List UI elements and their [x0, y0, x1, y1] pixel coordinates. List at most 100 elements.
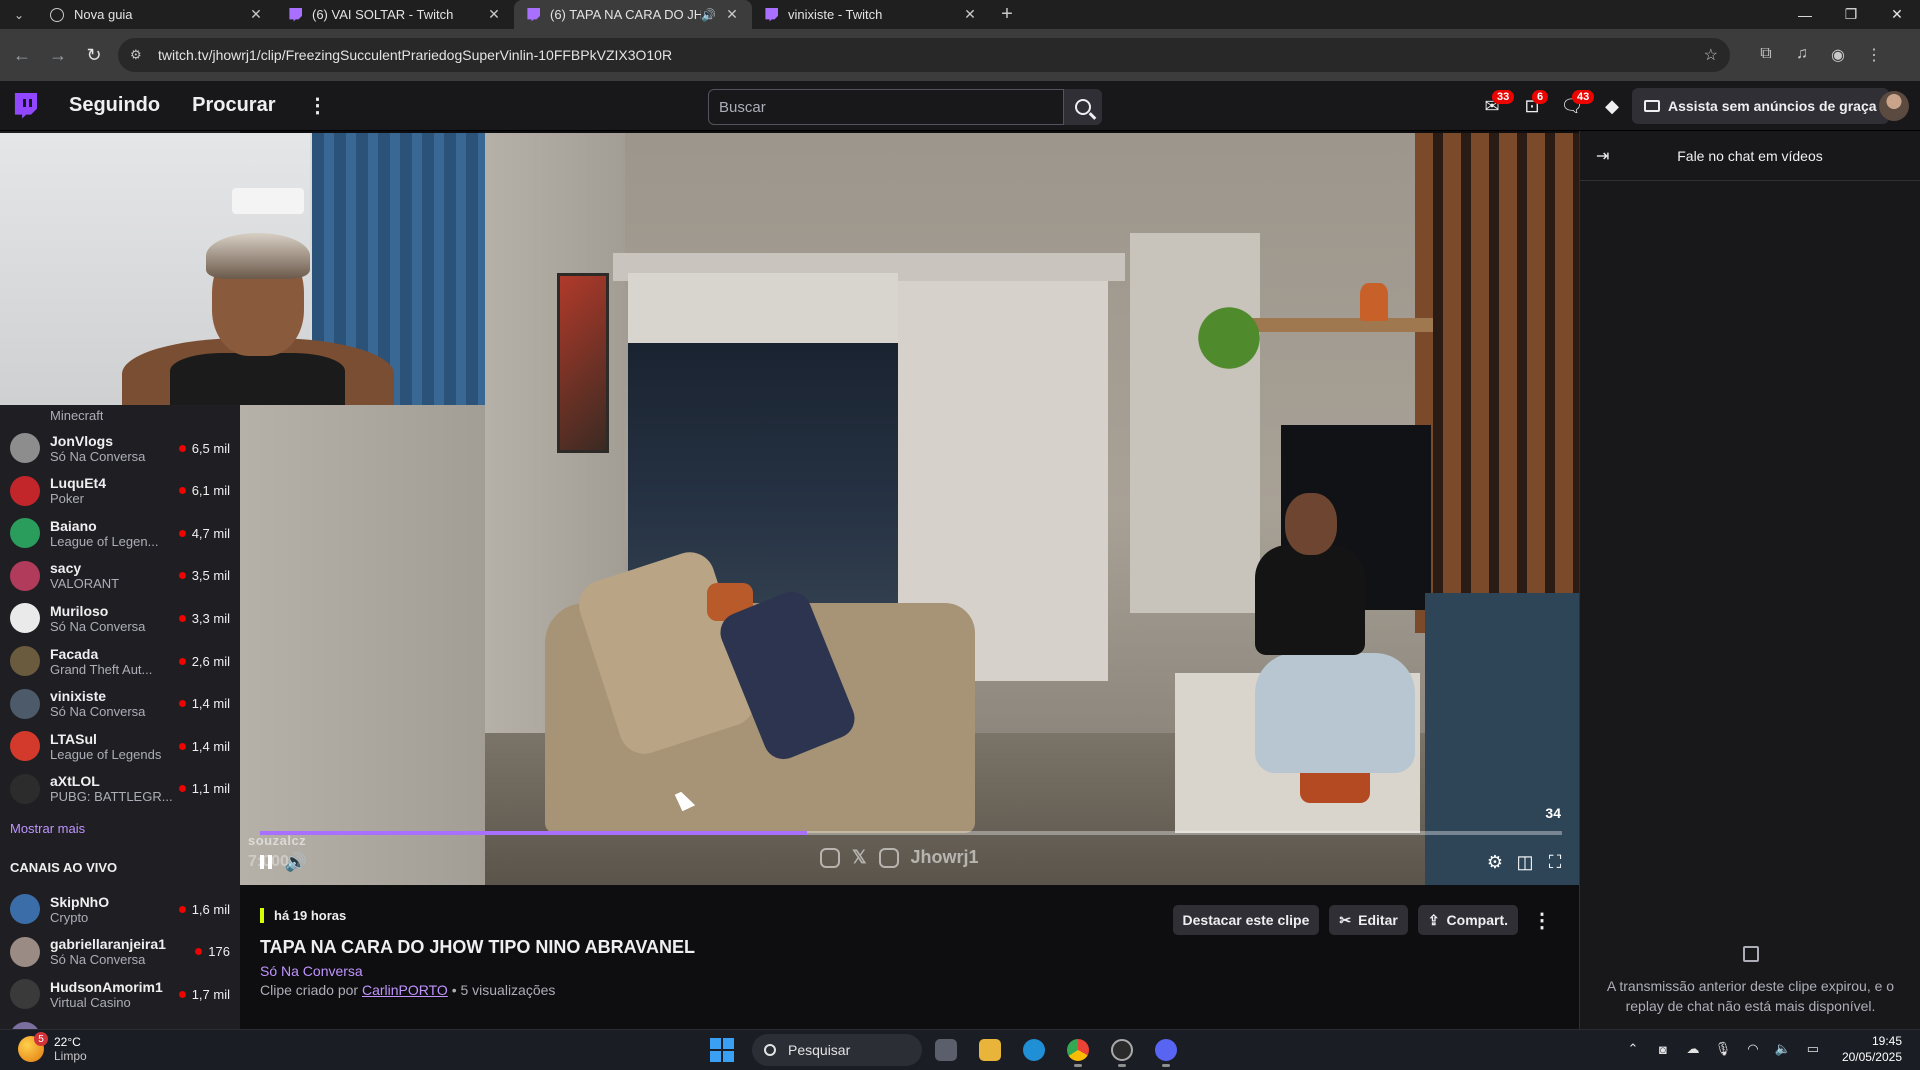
discord-button[interactable] — [1146, 1033, 1186, 1067]
new-tab-button[interactable]: + — [990, 0, 1024, 29]
browser-tab[interactable]: Nova guia ✕ — [38, 0, 276, 29]
microphone-icon[interactable]: 🎙 — [1708, 1041, 1738, 1057]
clip-creator-link[interactable]: CarlinPORTO — [362, 982, 448, 998]
video-progress-bar[interactable] — [260, 831, 1562, 835]
task-view-button[interactable] — [926, 1033, 966, 1067]
viewer-count: 3,5 mil — [191, 568, 230, 584]
tray-overflow-icon[interactable]: ⌃ — [1618, 1041, 1648, 1057]
bits-button[interactable]: ◆ — [1592, 86, 1632, 126]
settings-button[interactable]: ⚙ — [1482, 849, 1508, 875]
close-tab-icon[interactable]: ✕ — [724, 6, 740, 23]
close-window-icon[interactable]: ✕ — [1874, 0, 1920, 29]
pause-button[interactable] — [253, 849, 279, 875]
nav-browse[interactable]: Procurar — [192, 94, 275, 117]
site-info-icon[interactable]: ⚙ — [130, 47, 148, 63]
nav-following[interactable]: Seguindo — [69, 94, 160, 117]
wifi-icon[interactable]: ◠ — [1738, 1041, 1768, 1057]
weather-temp: 22°C — [54, 1035, 81, 1049]
sidebar-channel[interactable]: LTASul League of Legends 1,4 mil — [0, 725, 240, 767]
more-options-icon[interactable]: ⋮ — [1530, 908, 1554, 933]
edit-clip-button[interactable]: ✂ Editar — [1329, 905, 1408, 935]
ad-free-button[interactable]: Assista sem anúncios de graça — [1632, 88, 1889, 124]
scene-person — [1255, 653, 1415, 773]
sidebar-channel[interactable]: nzaoty536 — [0, 1016, 240, 1029]
handle-text: Jhowrj1 — [910, 847, 979, 867]
discord-tray-icon[interactable]: ◙ — [1648, 1042, 1678, 1057]
inbox-button[interactable]: ✉ 33 — [1472, 86, 1515, 126]
folder-icon — [979, 1039, 1001, 1061]
cloud-off-icon[interactable]: ☁ — [1678, 1041, 1708, 1057]
clip-info-panel: há 19 horas TAPA NA CARA DO JHOW TIPO NI… — [240, 885, 1579, 1029]
battery-icon[interactable]: ▭ — [1798, 1041, 1828, 1057]
sidebar-channel[interactable]: Muriloso Só Na Conversa 3,3 mil — [0, 597, 240, 639]
live-dot-icon — [178, 572, 186, 580]
forward-icon[interactable]: → — [40, 37, 76, 73]
twitch-icon — [527, 7, 540, 22]
weather-widget[interactable]: 5 22°C Limpo — [18, 1032, 87, 1063]
extensions-icon[interactable]: ⧉ — [1748, 45, 1784, 65]
sidebar-channel[interactable]: JonVlogs Só Na Conversa 6,5 mil — [0, 427, 240, 469]
more-menu-icon[interactable]: ⋮ — [307, 93, 327, 118]
browser-tab-active[interactable]: (6) TAPA NA CARA DO JHOW 🔊 ✕ — [514, 0, 752, 29]
url-field[interactable]: ⚙ twitch.tv/jhowrj1/clip/FreezingSuccule… — [118, 38, 1730, 72]
search-input[interactable]: Buscar — [708, 89, 1064, 125]
back-icon[interactable]: ← — [4, 37, 40, 73]
restore-icon[interactable]: ❐ — [1828, 0, 1874, 29]
close-tab-icon[interactable]: ✕ — [248, 6, 264, 23]
browser-menu-icon[interactable]: ⋮ — [1856, 45, 1892, 65]
tab-title: (6) VAI SOLTAR - Twitch — [312, 7, 454, 22]
channel-category: Só Na Conversa — [50, 704, 146, 720]
highlight-clip-button[interactable]: Destacar este clipe — [1172, 905, 1320, 935]
edge-button[interactable] — [1014, 1033, 1054, 1067]
sidebar-channel[interactable]: HudsonAmorim1 Virtual Casino 1,7 mil — [0, 973, 240, 1015]
chrome-button[interactable] — [1058, 1033, 1098, 1067]
taskbar-apps: Pesquisar — [700, 1033, 1186, 1067]
fullscreen-button[interactable]: ⛶ — [1542, 849, 1568, 875]
sidebar-channel[interactable]: SkipNhO Crypto 1,6 mil — [0, 888, 240, 930]
sidebar-channel[interactable]: sacy VALORANT 3,5 mil — [0, 555, 240, 597]
volume-icon[interactable]: 🔈 — [1768, 1041, 1798, 1057]
volume-button[interactable]: 🔊 — [283, 849, 309, 875]
clip-category-link[interactable]: Só Na Conversa — [260, 963, 363, 979]
user-avatar[interactable] — [1879, 91, 1909, 121]
close-tab-icon[interactable]: ✕ — [962, 6, 978, 23]
sidebar-channel[interactable]: LuquEt4 Poker 6,1 mil — [0, 470, 240, 512]
sidebar-channel[interactable]: Facada Grand Theft Aut... 2,6 mil — [0, 640, 240, 682]
browser-tab[interactable]: (6) VAI SOLTAR - Twitch ✕ — [276, 0, 514, 29]
minimize-icon[interactable]: — — [1782, 0, 1828, 29]
sidebar-channel[interactable]: aXtLOL PUBG: BATTLEGR... 1,1 mil — [0, 768, 240, 810]
share-clip-button[interactable]: ⇪ Compart. — [1417, 905, 1518, 935]
sidebar-channel[interactable]: Baiano League of Legen... 4,7 mil — [0, 512, 240, 554]
viewer-count: 176 — [208, 944, 230, 960]
channel-text: gabriellaranjeira1 Só Na Conversa — [50, 936, 178, 967]
tab-search-menu-button[interactable]: ⌄ — [0, 0, 38, 29]
media-control-icon[interactable]: ♫ — [1784, 45, 1820, 65]
browser-tab[interactable]: vinixiste - Twitch ✕ — [752, 0, 990, 29]
viewer-count: 1,4 mil — [191, 696, 230, 712]
whispers-button[interactable]: ⊡ 6 — [1512, 86, 1552, 126]
scene-plant — [1190, 283, 1268, 393]
live-dot-icon — [195, 948, 203, 956]
sidebar-channel[interactable]: gabriellaranjeira1 Só Na Conversa 176 — [0, 931, 240, 973]
collapse-chat-icon[interactable]: ⇥ — [1596, 146, 1609, 166]
bookmark-star-icon[interactable]: ☆ — [1704, 45, 1718, 65]
reload-icon[interactable]: ↻ — [76, 37, 112, 73]
profile-icon[interactable]: ◉ — [1820, 45, 1856, 65]
close-tab-icon[interactable]: ✕ — [486, 6, 502, 23]
taskbar-clock[interactable]: 19:45 20/05/2025 — [1842, 1033, 1902, 1065]
x-icon: 𝕏 — [852, 847, 867, 867]
webcam-person — [170, 353, 345, 405]
theatre-mode-button[interactable]: ◫ — [1512, 849, 1538, 875]
notifications-button[interactable]: 🗨 43 — [1552, 86, 1595, 126]
video-scene — [485, 133, 1579, 885]
sidebar-channel[interactable]: vinixiste Só Na Conversa 1,4 mil — [0, 683, 240, 725]
channel-category: Só Na Conversa — [50, 952, 146, 968]
windows-start-icon[interactable] — [710, 1038, 734, 1062]
taskbar-search[interactable]: Pesquisar — [752, 1034, 922, 1066]
show-more-link[interactable]: Mostrar mais — [10, 821, 85, 836]
search-button[interactable] — [1064, 89, 1102, 125]
twitch-logo-icon[interactable] — [14, 92, 37, 119]
file-explorer-button[interactable] — [970, 1033, 1010, 1067]
speaker-icon[interactable]: 🔊 — [701, 8, 716, 22]
obs-button[interactable] — [1102, 1033, 1142, 1067]
